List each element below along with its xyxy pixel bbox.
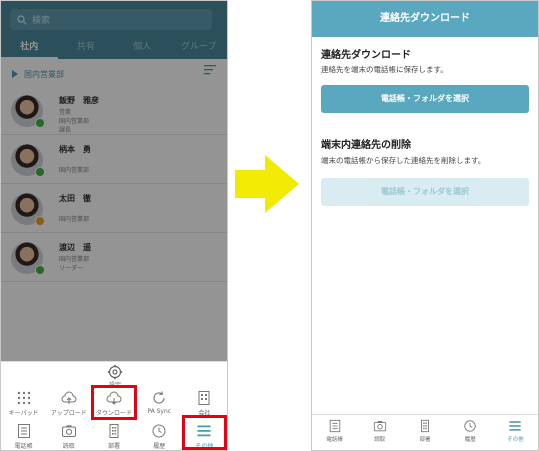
department-icon: [109, 424, 119, 438]
phonebook-icon: [17, 424, 30, 438]
tab-label: 読取: [62, 443, 75, 450]
arrow-right-icon: [235, 155, 299, 213]
menu-item-label: キーパッド: [8, 410, 39, 417]
left-phone-screen: 検索 社内 共有 個人 グループ 国内営業部 飯野 雅彦 営業 国内営業部 課長…: [0, 0, 228, 451]
tab-phonebook[interactable]: 電話帳: [312, 415, 357, 450]
bottom-tab-bar: 電話帳 読取 部署 履歴 その他: [312, 414, 538, 450]
tab-history[interactable]: 履歴: [137, 423, 182, 450]
tab-label: 電話帳: [14, 443, 33, 450]
tab-scan[interactable]: 読取: [46, 423, 91, 450]
download-highlight-frame: [91, 385, 137, 420]
tab-scan[interactable]: 読取: [357, 415, 402, 450]
camera-icon: [61, 425, 76, 437]
section-desc-download: 連絡先を端末の電話帳に保存します。: [321, 65, 448, 74]
section-title-delete: 端末内連絡先の削除: [321, 140, 411, 151]
keypad-icon: [17, 391, 30, 405]
right-phone-screen: 連絡先ダウンロード 連絡先ダウンロード 連絡先を端末の電話帳に保存します。 電話…: [311, 0, 539, 451]
tab-label: 部署: [108, 443, 121, 450]
gear-icon: [107, 364, 123, 380]
tab-label: 履歴: [153, 443, 166, 450]
tab-label: 電話帳: [326, 437, 343, 443]
select-phonebook-button[interactable]: 電話帳・フォルダを選択: [321, 85, 529, 113]
history-icon: [152, 424, 166, 438]
menu-item-keypad[interactable]: キーパッド: [1, 390, 46, 417]
camera-icon: [373, 421, 386, 432]
tab-label: その他: [507, 437, 524, 443]
tab-label: 履歴: [464, 437, 476, 443]
upload-cloud-icon: [61, 391, 77, 404]
tab-label: 読取: [374, 437, 386, 443]
menu-item-upload[interactable]: アップロード: [46, 390, 91, 417]
tab-phonebook[interactable]: 電話帳: [1, 423, 46, 450]
phonebook-icon: [329, 419, 340, 433]
section-title-download: 連絡先ダウンロード: [321, 50, 411, 61]
section-desc-delete: 端末の電話帳から保存した連絡先を削除します。: [321, 156, 486, 165]
dim-overlay[interactable]: [1, 1, 227, 361]
tab-history[interactable]: 履歴: [448, 415, 493, 450]
tab-department[interactable]: 部署: [91, 423, 136, 450]
menu-item-label: アップロード: [50, 410, 87, 417]
page-title: 連絡先ダウンロード: [312, 1, 538, 37]
tab-label: 部署: [419, 437, 431, 443]
department-icon: [421, 419, 429, 433]
tab-department[interactable]: 部署: [402, 415, 447, 450]
menu-item-company[interactable]: 会社: [182, 390, 227, 417]
menu-icon: [509, 421, 522, 431]
history-icon: [464, 420, 476, 432]
select-phonebook-delete-button[interactable]: 電話帳・フォルダを選択: [321, 178, 529, 206]
menu-item-pa-sync[interactable]: PA Sync: [137, 390, 182, 417]
tab-more[interactable]: その他: [493, 415, 538, 450]
more-highlight-frame: [182, 415, 227, 450]
company-icon: [198, 391, 210, 405]
menu-item-label: PA Sync: [147, 408, 172, 415]
sync-icon: [153, 391, 165, 404]
